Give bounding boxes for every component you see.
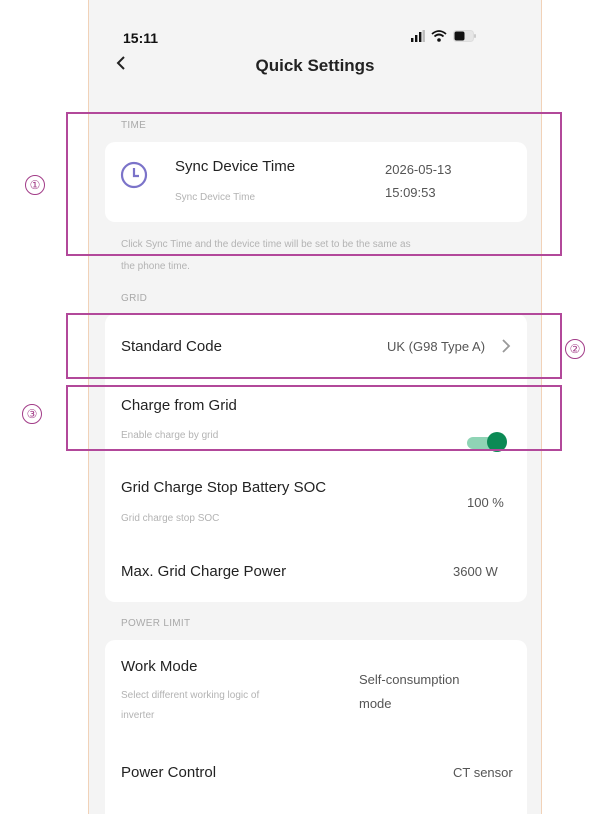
sync-time-note-line2: the phone time. — [121, 261, 190, 272]
max-grid-charge-power-value[interactable]: 3600 W — [453, 564, 498, 579]
page-title: Quick Settings — [255, 56, 375, 75]
nav-bar: Quick Settings — [89, 52, 541, 82]
grid-charge-stop-soc-value[interactable]: 100 % — [467, 495, 504, 510]
annotation-number-2: ② — [565, 339, 585, 359]
power-control-value: CT sensor — [453, 765, 513, 780]
status-bar: 15:11 — [89, 26, 541, 46]
work-mode-value-line2: mode — [359, 696, 392, 711]
status-time: 15:11 — [123, 30, 159, 46]
grid-charge-stop-soc-label: Grid Charge Stop Battery SOC — [121, 479, 327, 496]
work-mode-row[interactable]: Work Mode Select different working logic… — [105, 640, 527, 738]
grid-charge-stop-soc-sub: Grid charge stop SOC — [121, 513, 220, 524]
work-mode-value-line1: Self-consumption — [359, 672, 460, 687]
annotation-number-3: ③ — [22, 404, 42, 424]
work-mode-sub-line1: Select different working logic of — [121, 690, 260, 701]
section-label-power-limit: POWER LIMIT — [121, 618, 191, 629]
signal-icon — [411, 30, 425, 42]
annotation-box-3 — [66, 385, 562, 451]
power-control-row[interactable]: Power Control CT sensor — [105, 748, 527, 798]
battery-icon — [453, 30, 476, 42]
section-label-grid: GRID — [121, 293, 148, 304]
power-control-label: Power Control — [121, 764, 217, 781]
annotation-box-1 — [66, 112, 562, 256]
annotation-box-2 — [66, 313, 562, 379]
annotation-number-1: ① — [25, 175, 45, 195]
status-icons — [411, 30, 477, 42]
max-grid-charge-power-label: Max. Grid Charge Power — [121, 563, 287, 580]
wifi-icon — [431, 30, 447, 42]
work-mode-label: Work Mode — [121, 658, 198, 675]
work-mode-sub-line2: inverter — [121, 710, 155, 721]
